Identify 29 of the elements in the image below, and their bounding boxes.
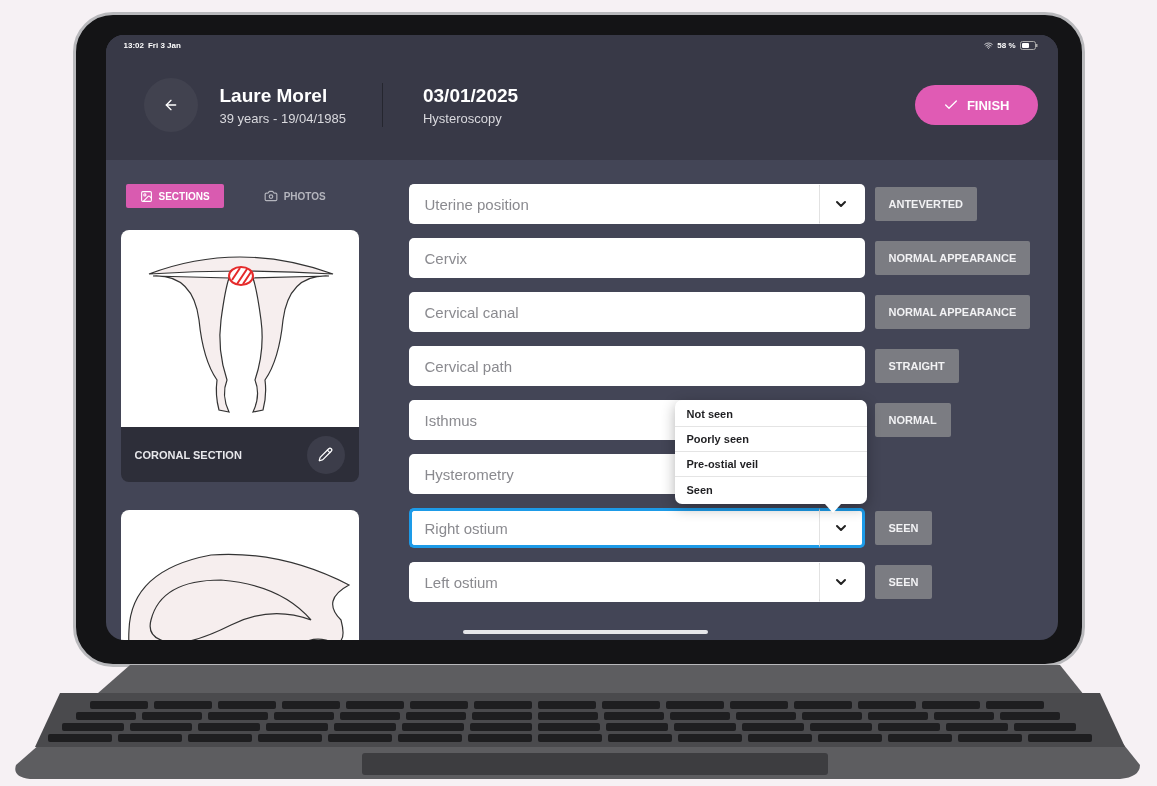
dropdown-toggle[interactable] (818, 508, 865, 548)
input-field[interactable]: Right ostium (408, 508, 819, 548)
view-tab[interactable]: SECTIONS (125, 184, 224, 208)
value-tag[interactable]: NORMAL APPEARANCE (874, 241, 1031, 275)
patient-name: Laure Morel (219, 84, 329, 107)
menu-item[interactable]: Poorly seen (674, 427, 867, 452)
pencil-icon (318, 447, 333, 462)
procedure-name: Hysteroscopy (423, 110, 503, 126)
status-date: Fri 3 Jan (147, 41, 181, 50)
menu-item[interactable]: Not seen (674, 402, 867, 427)
value-tag[interactable]: SEEN (874, 565, 933, 599)
battery-percent: 58 % (997, 41, 1016, 50)
menu-item[interactable]: Pre-ostial veil (674, 452, 867, 477)
value-tag[interactable]: NORMAL (874, 403, 951, 437)
wifi-icon (984, 41, 994, 50)
finish-button[interactable]: FINISH (914, 85, 1038, 125)
edit-button[interactable] (306, 435, 345, 474)
image-icon (139, 189, 153, 203)
value-tag[interactable]: STRAIGHT (874, 349, 959, 383)
value-tag[interactable]: SEEN (874, 511, 933, 545)
value-tag[interactable]: NORMAL APPEARANCE (874, 295, 1031, 329)
exam-date: 03/01/2025 (423, 84, 519, 107)
battery-icon (1019, 41, 1038, 50)
patient-details: 39 years - 19/04/1985 (219, 110, 346, 126)
camera-icon (263, 189, 278, 203)
value-tag[interactable]: ANTEVERTED (874, 187, 978, 221)
section-label: CORONAL SECTION (134, 448, 242, 461)
status-time: 13:02 (123, 41, 144, 50)
view-tab[interactable]: PHOTOS (249, 184, 340, 208)
